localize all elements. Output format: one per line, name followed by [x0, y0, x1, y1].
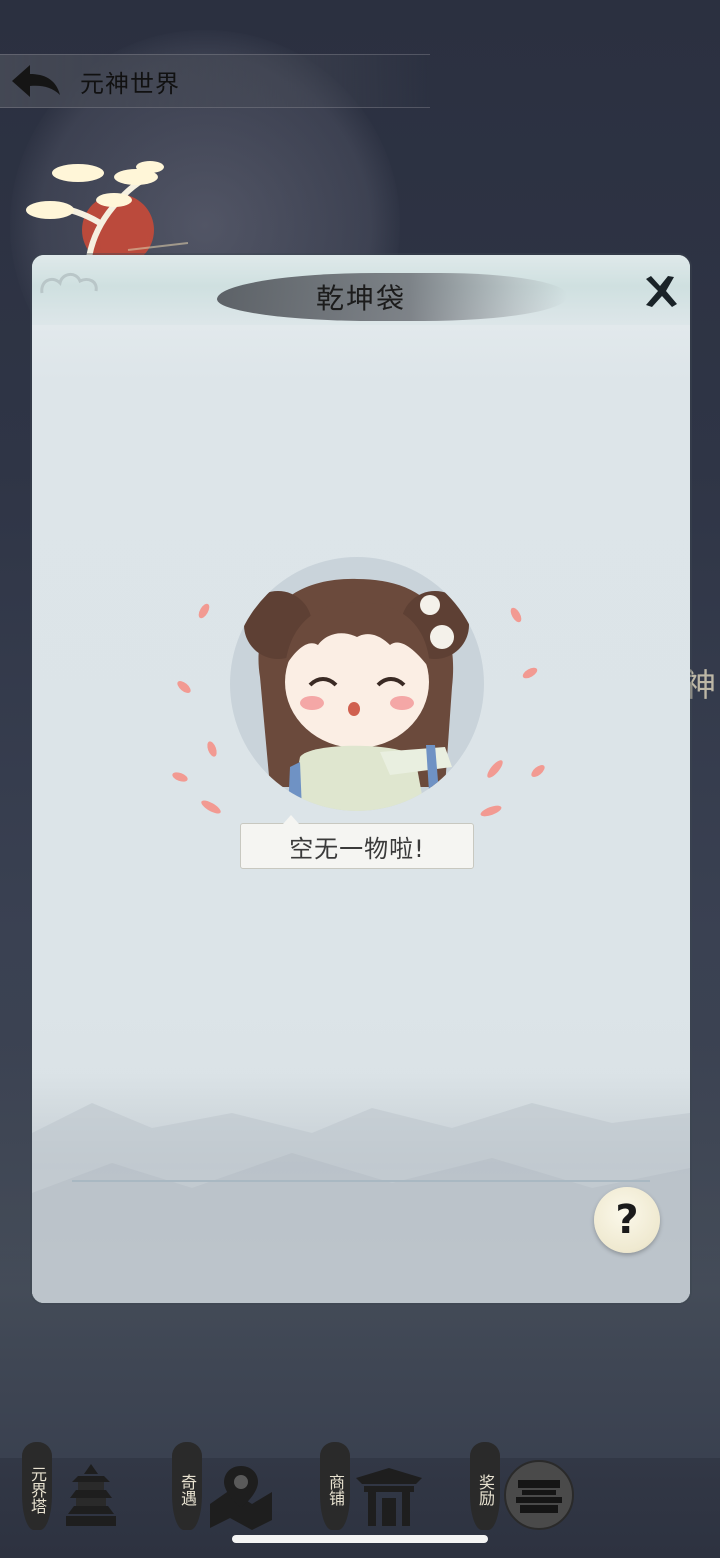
map-location-icon: [210, 1466, 272, 1530]
mountain-mist-decoration: [32, 1073, 690, 1303]
nav-label: 元界塔: [22, 1442, 52, 1530]
nav-yuanjie-tower[interactable]: 元界塔: [22, 1430, 162, 1540]
nav-label: 奇遇: [172, 1442, 202, 1530]
treasure-chest-icon: [504, 1460, 574, 1530]
page-title: 元神世界: [80, 69, 180, 98]
nav-adventure[interactable]: 奇遇: [172, 1430, 312, 1540]
petal-decoration: [175, 678, 193, 696]
close-button[interactable]: [640, 271, 680, 311]
nav-label: 奖励: [470, 1442, 500, 1530]
qiankun-bag-panel: 乾坤袋 空无一物啦! ?: [32, 255, 690, 1303]
panel-title: 乾坤袋: [315, 282, 406, 315]
petal-decoration: [508, 606, 524, 624]
girl-character-illustration: [244, 578, 469, 811]
empty-message-bubble: 空无一物啦!: [240, 815, 474, 869]
top-bar: 元神世界: [0, 54, 430, 108]
petal-decoration: [529, 762, 547, 780]
back-arrow-icon: [12, 65, 60, 97]
home-indicator[interactable]: [232, 1535, 488, 1543]
help-button[interactable]: ?: [594, 1187, 660, 1253]
petal-decoration: [205, 740, 219, 758]
empty-state-girl-avatar: [230, 557, 484, 811]
petal-decoration: [484, 758, 506, 780]
petal-decoration: [521, 665, 539, 681]
shop-gate-icon: [356, 1468, 422, 1526]
nav-rewards[interactable]: 奖励: [470, 1430, 610, 1540]
petal-decoration: [199, 798, 223, 816]
pagoda-icon: [66, 1464, 116, 1526]
petal-decoration: [196, 602, 212, 620]
close-icon: [646, 276, 677, 307]
back-button[interactable]: [0, 54, 70, 108]
nav-shop[interactable]: 商铺: [320, 1430, 460, 1540]
bottom-navigation: 元界塔 奇遇 商铺 奖励: [0, 1430, 720, 1540]
petal-decoration: [479, 803, 503, 819]
glowing-tree-decoration: [26, 161, 188, 265]
petal-decoration: [171, 770, 189, 784]
nav-label: 商铺: [320, 1442, 350, 1530]
panel-header: 乾坤袋: [32, 255, 690, 325]
